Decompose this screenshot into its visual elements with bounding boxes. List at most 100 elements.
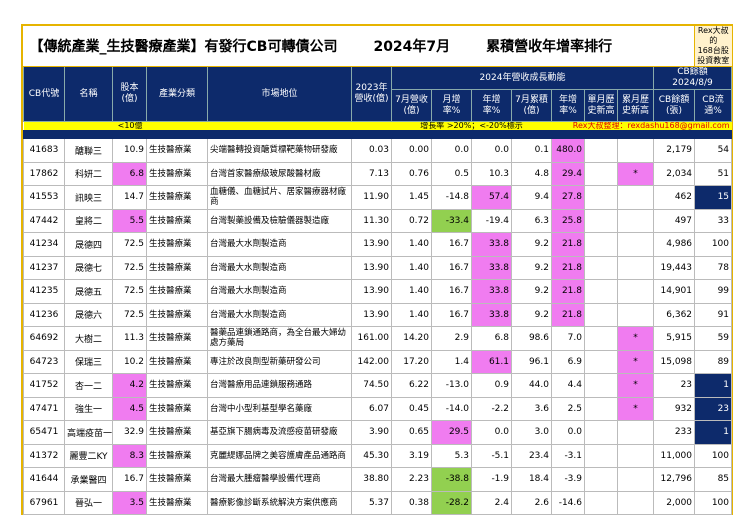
cell-mom: 0.0 [431, 138, 472, 163]
cell-capital: 5.5 [112, 208, 147, 233]
cell-cum-high [617, 138, 654, 163]
cell-market: 專注於改良劑型新藥研發公司 [207, 349, 352, 374]
cell-capital: 6.8 [112, 161, 147, 186]
cell-jul-rev: 3.19 [391, 443, 432, 468]
cell-market: 台灣最大腫瘤醫學設備代理商 [207, 467, 352, 492]
cell-cum-high [617, 420, 654, 445]
cell-name: 麗豐二KY [64, 443, 113, 468]
cell-code: 41235 [23, 279, 65, 304]
cell-capital: 4.2 [112, 373, 147, 398]
cell-cb-balance: 4,986 [652, 232, 696, 257]
cell-code: 47471 [23, 396, 65, 421]
cell-jul-rev: 1.45 [391, 185, 432, 210]
cell-cb-float: 59 [694, 326, 733, 351]
table-row: 41235 晟德五 72.5 生技醫療業 台灣最大水劑製造商 13.90 1.40 16.7 3… [23, 279, 733, 304]
cell-name: 晟德七 [64, 255, 113, 280]
table-row: 41644 承業醫四 16.7 生技醫療業 台灣最大腫瘤醫學設備代理商 38.80 2.23… [23, 467, 733, 492]
cell-single-high [584, 490, 618, 515]
cell-single-high [584, 185, 618, 210]
cell-cum-high [617, 255, 654, 280]
cell-industry: 生技醫療業 [146, 255, 208, 280]
cell-capital: 4.5 [112, 396, 147, 421]
cell-name: 皇將二 [64, 208, 113, 233]
cell-single-high [584, 232, 618, 257]
cell-mom: -33.4 [431, 208, 472, 233]
cell-code: 67961 [23, 490, 65, 515]
cell-jul-rev: 17.20 [391, 349, 432, 374]
header-yoy: 年增率% [471, 89, 512, 122]
page-title: 【傳統產業_生技醫療產業】有發行CB可轉債公司 2024年7月 累積營收年增率排行 [23, 26, 695, 67]
cell-single-high [584, 138, 618, 163]
cell-cb-balance: 15,098 [652, 349, 696, 374]
table-row: 47471 強生一 4.5 生技醫療業 台灣中小型利基型學名藥廠 6.07 0.45 -14.… [23, 396, 733, 421]
cell-yoy: 0.0 [471, 138, 512, 163]
cell-cum-high [617, 490, 654, 515]
cell-cb-float: 100 [694, 490, 733, 515]
cell-rev2023: 11.30 [351, 208, 392, 233]
cell-market: 台灣中小型利基型學名藥廠 [207, 396, 352, 421]
cell-rev2023: 11.90 [351, 185, 392, 210]
cell-single-high [584, 467, 618, 492]
cell-cum-yoy: 480.0 [551, 138, 585, 163]
cell-jul-cum: 9.4 [511, 185, 552, 210]
cell-rev2023: 7.13 [351, 161, 392, 186]
cell-rev2023: 3.90 [351, 420, 392, 445]
cell-jul-rev: 0.38 [391, 490, 432, 515]
cell-yoy: 2.4 [471, 490, 512, 515]
cell-rev2023: 13.90 [351, 255, 392, 280]
cell-single-high [584, 420, 618, 445]
cell-mom: 16.7 [431, 279, 472, 304]
cell-single-high [584, 255, 618, 280]
author-badge: Rex大叔的 168台股投資教室 [694, 26, 732, 67]
table-row: 41752 杏一二 4.2 生技醫療業 台灣醫療用品連鎖服務通路 74.50 6.22 -13… [23, 373, 733, 398]
cell-cum-yoy: 21.8 [551, 302, 585, 327]
cell-industry: 生技醫療業 [146, 279, 208, 304]
cell-code: 17862 [23, 161, 65, 186]
cell-code: 64692 [23, 326, 65, 351]
cell-yoy: -5.1 [471, 443, 512, 468]
cell-cb-balance: 11,000 [652, 443, 696, 468]
header-cum-yoy: 年增率% [551, 89, 585, 122]
cell-cum-yoy: 2.5 [551, 396, 585, 421]
cell-cb-float: 15 [694, 185, 733, 210]
cell-market: 尖端醫轉投資醣質標靶藥物研發廠 [207, 138, 352, 163]
cell-yoy: -19.4 [471, 208, 512, 233]
header-code: CB代號 [23, 66, 65, 122]
cell-name: 晉弘一 [64, 490, 113, 515]
cell-market: 基亞旗下腸病毒及流感疫苗研發廠 [207, 420, 352, 445]
cell-yoy: 0.9 [471, 373, 512, 398]
cell-code: 64723 [23, 349, 65, 374]
cell-cb-balance: 2,000 [652, 490, 696, 515]
cell-cum-high: * [617, 349, 654, 374]
cell-cum-yoy: 7.0 [551, 326, 585, 351]
header-cb-float: CB流通% [694, 89, 733, 122]
cell-cum-yoy: -3.9 [551, 467, 585, 492]
cell-capital: 16.7 [112, 467, 147, 492]
header-mom: 月增率% [431, 89, 472, 122]
cell-rev2023: 6.07 [351, 396, 392, 421]
author-channel: 168台股投資教室 [697, 46, 730, 65]
cell-name: 訊映三 [64, 185, 113, 210]
cell-cb-float: 1 [694, 373, 733, 398]
table-row: 41372 麗豐二KY 8.3 生技醫療業 克麗緹娜品牌之美容護膚產品通路商 45.30 3… [23, 443, 733, 468]
table-row: 41234 晟德四 72.5 生技醫療業 台灣最大水劑製造商 13.90 1.40 16.7 3… [23, 232, 733, 257]
cell-jul-cum: 23.4 [511, 443, 552, 468]
cell-market: 克麗緹娜品牌之美容護膚產品通路商 [207, 443, 352, 468]
cell-cum-yoy: 21.8 [551, 279, 585, 304]
cell-rev2023: 142.00 [351, 349, 392, 374]
cell-code: 41372 [23, 443, 65, 468]
cell-jul-cum: 0.1 [511, 138, 552, 163]
cell-jul-cum: 2.6 [511, 490, 552, 515]
cell-jul-rev: 0.65 [391, 420, 432, 445]
cell-market: 醫療影像診斷系統解決方案供應商 [207, 490, 352, 515]
cell-industry: 生技醫療業 [146, 208, 208, 233]
header-group-2024: 2024年營收成長動能 [391, 66, 654, 90]
cell-market: 台灣最大水劑製造商 [207, 255, 352, 280]
cell-cum-high: * [617, 396, 654, 421]
cell-rev2023: 45.30 [351, 443, 392, 468]
cell-jul-rev: 0.76 [391, 161, 432, 186]
cell-code: 47442 [23, 208, 65, 233]
cell-cum-high: * [617, 161, 654, 186]
cell-capital: 72.5 [112, 302, 147, 327]
cell-cb-float: 23 [694, 396, 733, 421]
